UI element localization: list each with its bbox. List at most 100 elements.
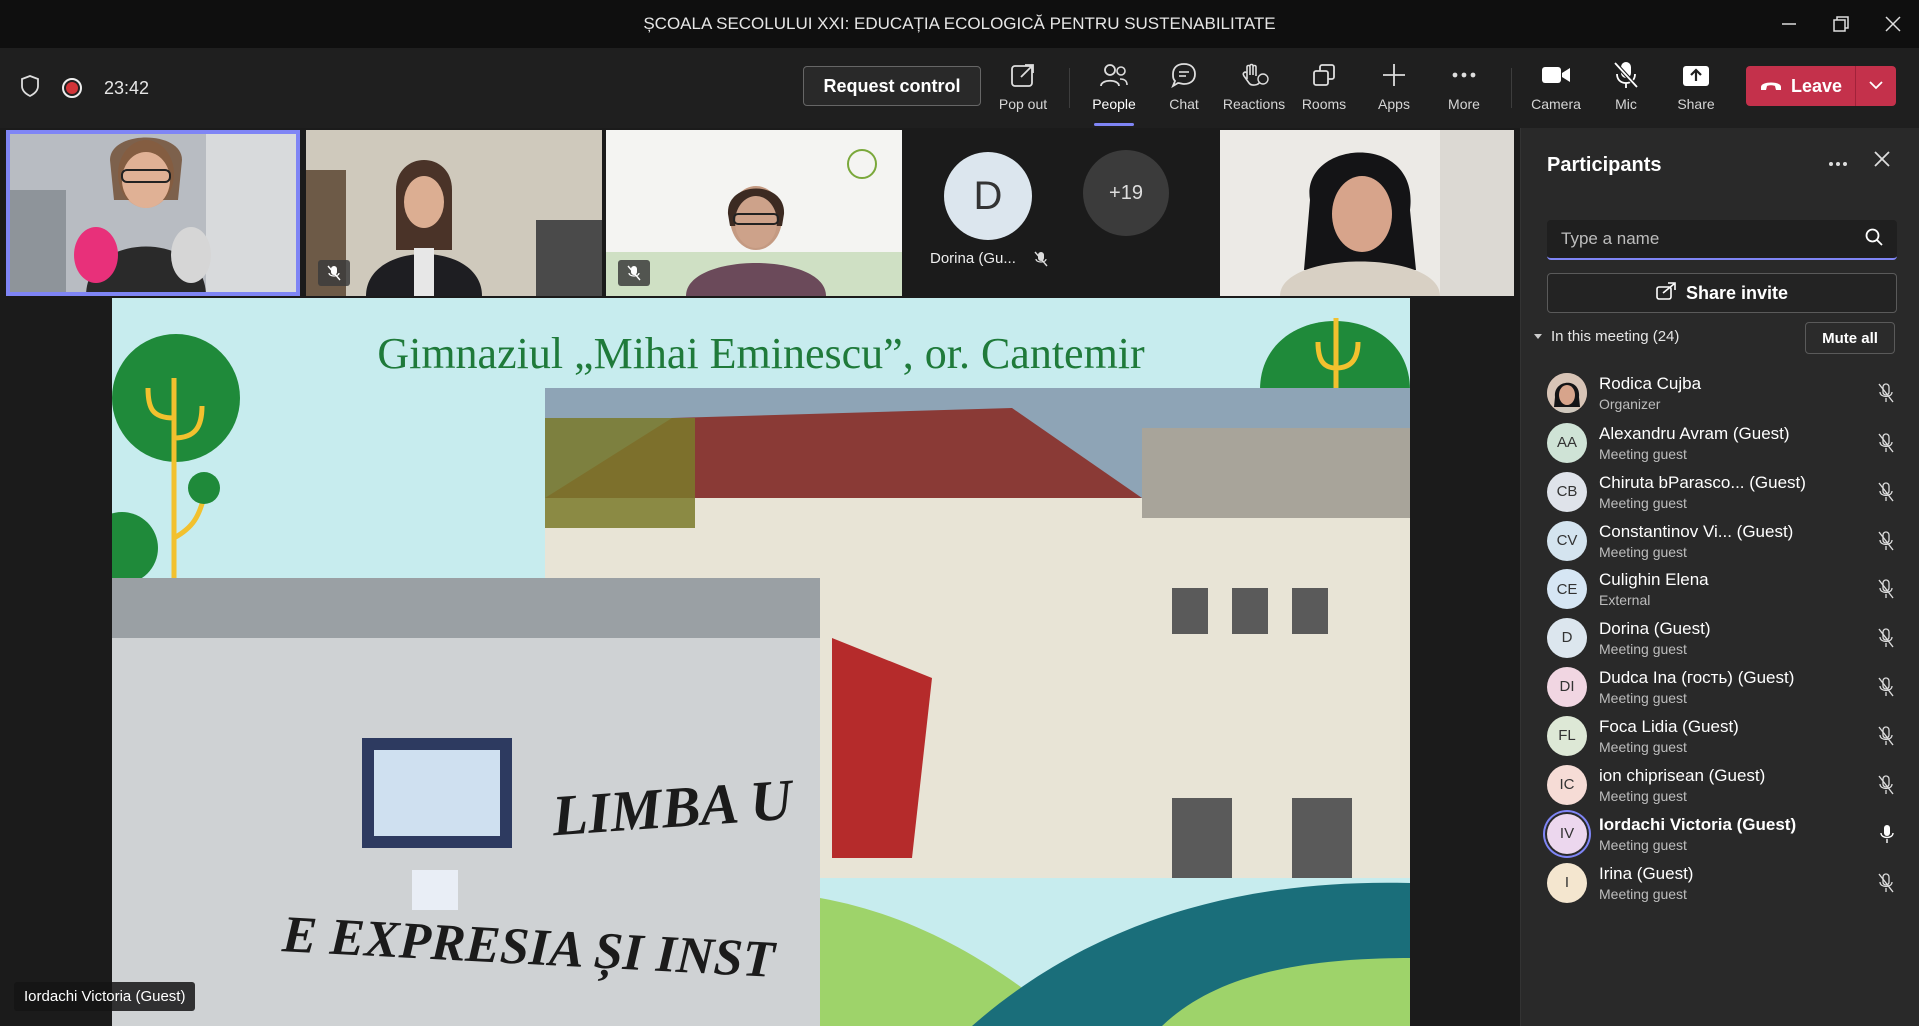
participant-info: Irina (Guest) Meeting guest <box>1599 864 1693 902</box>
in-meeting-label: In this meeting (24) <box>1551 328 1680 345</box>
participant-info: Iordachi Victoria (Guest) Meeting guest <box>1599 815 1796 853</box>
avatar: FL <box>1547 715 1587 756</box>
rooms-button[interactable]: Rooms <box>1290 58 1358 122</box>
participant-row[interactable]: CV Constantinov Vi... (Guest) Meeting gues… <box>1521 516 1919 565</box>
more-button[interactable]: More <box>1430 58 1498 122</box>
participant-row[interactable]: CE Culighin Elena External <box>1521 565 1919 613</box>
camera-icon <box>1541 58 1571 92</box>
reactions-label: Reactions <box>1222 96 1286 112</box>
avatar: CE <box>1547 569 1587 609</box>
request-control-button[interactable]: Request control <box>803 66 981 106</box>
participant-info: Foca Lidia (Guest) Meeting guest <box>1599 717 1739 755</box>
mic-off-icon <box>327 265 341 281</box>
people-icon <box>1099 58 1129 92</box>
hang-up-icon <box>1759 76 1783 97</box>
mic-off-icon[interactable] <box>1878 530 1894 556</box>
restore-icon[interactable] <box>1815 0 1867 48</box>
participant-row[interactable]: FL Foca Lidia (Guest) Meeting guest <box>1521 711 1919 760</box>
participant-role: Meeting guest <box>1599 787 1687 804</box>
participant-info: Culighin Elena External <box>1599 570 1709 608</box>
participant-row[interactable]: IV Iordachi Victoria (Guest) Meeting guest <box>1521 809 1919 858</box>
participant-name: Rodica Cujba <box>1599 374 1702 393</box>
search-icon[interactable] <box>1865 228 1883 251</box>
camera-label: Camera <box>1531 96 1581 112</box>
video-tile-participant[interactable] <box>1220 130 1514 296</box>
video-tile-speaker[interactable] <box>6 130 300 296</box>
avatar: D <box>1547 617 1587 658</box>
video-tile-participant[interactable] <box>306 130 602 296</box>
mic-button[interactable]: Mic <box>1592 58 1660 122</box>
leave-options-button[interactable] <box>1856 77 1896 95</box>
pop-out-icon <box>1010 58 1036 92</box>
share-button[interactable]: Share <box>1662 58 1730 122</box>
apps-button[interactable]: Apps <box>1360 58 1428 122</box>
mic-off-icon[interactable] <box>1878 774 1894 800</box>
mic-off-icon[interactable] <box>1878 627 1894 653</box>
in-meeting-section-toggle[interactable]: In this meeting (24) <box>1533 328 1679 345</box>
participant-row[interactable]: I Irina (Guest) Meeting guest <box>1521 858 1919 907</box>
minimize-icon[interactable] <box>1763 0 1815 48</box>
mic-off-icon[interactable] <box>1878 579 1894 604</box>
search-input[interactable] <box>1561 229 1865 249</box>
close-panel-icon[interactable] <box>1873 148 1891 174</box>
participants-panel: Participants Share invite In this meetin… <box>1520 128 1919 1026</box>
close-window-icon[interactable] <box>1867 0 1919 48</box>
panel-more-options-icon[interactable] <box>1828 150 1848 173</box>
mic-off-icon[interactable] <box>1878 432 1894 458</box>
mic-off-icon <box>627 265 641 281</box>
participant-row[interactable]: IC ion chiprisean (Guest) Meeting guest <box>1521 760 1919 809</box>
mic-off-icon[interactable] <box>1878 383 1894 408</box>
participant-row[interactable]: Rodica Cujba Organizer <box>1521 368 1919 418</box>
mic-off-icon[interactable] <box>1878 872 1894 898</box>
participant-name: Dudca Ina (гость) (Guest) <box>1599 667 1795 687</box>
leave-button[interactable]: Leave <box>1746 66 1856 106</box>
participant-video <box>6 130 300 296</box>
participant-row[interactable]: D Dorina (Guest) Meeting guest <box>1521 613 1919 662</box>
people-label: People <box>1092 96 1136 112</box>
participant-row[interactable]: CB Chiruta bParasco... (Guest) Meeting gue… <box>1521 467 1919 516</box>
people-button[interactable]: People <box>1080 58 1148 126</box>
avatar[interactable]: D <box>944 152 1032 240</box>
participant-role: External <box>1599 592 1651 608</box>
reactions-button[interactable]: Reactions <box>1220 58 1288 122</box>
video-tile-participant[interactable] <box>606 130 902 296</box>
participant-row[interactable]: AA Alexandru Avram (Guest) Meeting guest <box>1521 418 1919 467</box>
mute-all-button[interactable]: Mute all <box>1805 322 1895 354</box>
participant-role: Meeting guest <box>1599 543 1687 560</box>
participant-role: Meeting guest <box>1599 836 1687 853</box>
toolbar-divider <box>1511 68 1512 108</box>
mic-on-icon[interactable] <box>1880 824 1894 849</box>
mic-off-icon[interactable] <box>1878 676 1894 702</box>
slide-title: Gimnaziul „Mihai Eminescu”, or. Cantemir <box>377 329 1145 378</box>
participant-name: Dorina (Guest) <box>1599 618 1711 638</box>
participant-info: Rodica Cujba Organizer <box>1599 374 1701 412</box>
participant-name: Iordachi Victoria (Guest) <box>1599 814 1797 834</box>
participant-name: Foca Lidia (Guest) <box>1599 716 1739 736</box>
overflow-participants-button[interactable]: +19 <box>1083 150 1169 236</box>
more-icon <box>1451 58 1477 92</box>
participant-list: Rodica Cujba Organizer AA Alexandru Avram (… <box>1521 368 1919 907</box>
participant-info: Dorina (Guest) Meeting guest <box>1599 619 1710 657</box>
pop-out-button[interactable]: Pop out <box>989 58 1057 122</box>
avatar: CB <box>1547 471 1587 512</box>
participant-role: Meeting guest <box>1599 445 1687 462</box>
chevron-down-icon <box>1869 77 1883 95</box>
reactions-icon <box>1239 58 1269 92</box>
participant-name: ion chiprisean (Guest) <box>1599 765 1766 785</box>
mic-off-icon[interactable] <box>1878 725 1894 751</box>
participant-video <box>606 130 902 296</box>
camera-button[interactable]: Camera <box>1522 58 1590 122</box>
panel-title: Participants <box>1547 154 1662 176</box>
participant-row[interactable]: DI Dudca Ina (гость) (Guest) Meeting guest <box>1521 662 1919 711</box>
more-label: More <box>1448 96 1480 112</box>
meeting-toolbar: 23:42 Request control Pop out People Cha… <box>0 48 1919 128</box>
mic-off-icon[interactable] <box>1878 481 1894 507</box>
chat-button[interactable]: Chat <box>1150 58 1218 122</box>
participant-name: Constantinov Vi... (Guest) <box>1599 521 1794 541</box>
share-icon <box>1682 58 1710 92</box>
apps-label: Apps <box>1378 96 1410 112</box>
participant-info: ion chiprisean (Guest) Meeting guest <box>1599 766 1765 804</box>
participant-search <box>1547 220 1897 260</box>
share-invite-button[interactable]: Share invite <box>1547 273 1897 313</box>
avatar: AA <box>1547 422 1587 463</box>
